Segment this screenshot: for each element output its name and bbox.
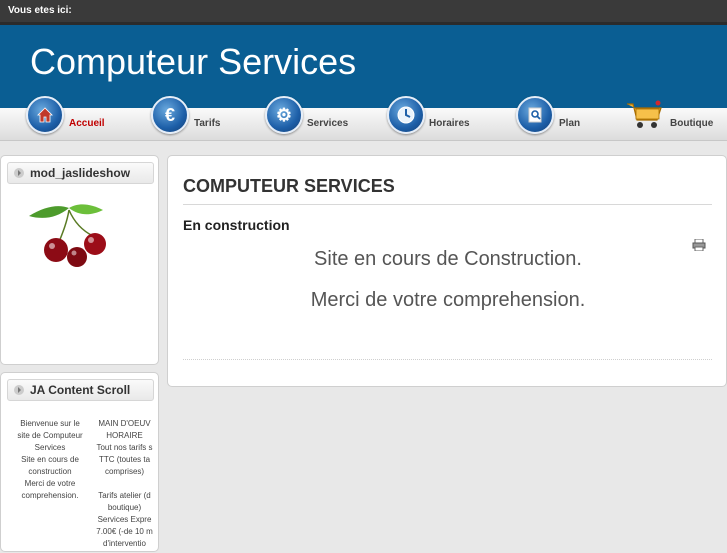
- breadcrumb-bar: Vous etes ici:: [0, 0, 727, 22]
- cherries-image: [21, 202, 116, 272]
- nav-label-horaires[interactable]: Horaires: [429, 118, 470, 129]
- site-header: Computeur Services: [0, 22, 727, 110]
- thanks-message: Merci de votre comprehension.: [310, 289, 586, 311]
- cart-icon[interactable]: [625, 100, 663, 130]
- site-title[interactable]: Computeur Services: [30, 41, 356, 83]
- slideshow-module: mod_jaslideshow: [0, 155, 159, 365]
- nav-label-boutique[interactable]: Boutique: [670, 118, 713, 129]
- home-icon[interactable]: [26, 96, 64, 134]
- main-nav: Accueil € Tarifs ⚙ Services Horaires Pla…: [0, 96, 727, 141]
- bullet-arrow-icon: [14, 168, 24, 178]
- content-scroll-module-header: JA Content Scroll: [7, 379, 154, 401]
- title-divider: [183, 204, 712, 205]
- main-content: COMPUTEUR SERVICES En construction Site …: [167, 155, 727, 387]
- content-scroll-module: JA Content Scroll Bienvenue sur le site …: [0, 372, 159, 552]
- nav-label-plan[interactable]: Plan: [559, 118, 580, 129]
- euro-icon[interactable]: €: [151, 96, 189, 134]
- gears-icon[interactable]: ⚙: [265, 96, 303, 134]
- article-title: En construction: [183, 217, 290, 233]
- nav-label-accueil[interactable]: Accueil: [69, 118, 105, 129]
- bullet-arrow-icon: [14, 385, 24, 395]
- content-footer-divider: [183, 359, 712, 360]
- scroll-item-welcome[interactable]: Bienvenue sur le site de Computeur Servi…: [11, 418, 89, 553]
- construction-message: Site en cours de Construction.: [314, 248, 582, 270]
- slideshow-module-header: mod_jaslideshow: [7, 162, 154, 184]
- clock-icon[interactable]: [387, 96, 425, 134]
- scroll-item-tarifs[interactable]: MAIN D'OEUV HORAIRE Tout nos tarifs s TT…: [91, 418, 158, 553]
- nav-label-services[interactable]: Services: [307, 118, 348, 129]
- map-search-icon[interactable]: [516, 96, 554, 134]
- slideshow-module-title: mod_jaslideshow: [30, 166, 131, 180]
- page-title: COMPUTEUR SERVICES: [183, 176, 395, 196]
- breadcrumb-label: Vous etes ici:: [8, 5, 72, 16]
- nav-label-tarifs[interactable]: Tarifs: [194, 118, 221, 129]
- content-scroll-module-title: JA Content Scroll: [30, 383, 131, 397]
